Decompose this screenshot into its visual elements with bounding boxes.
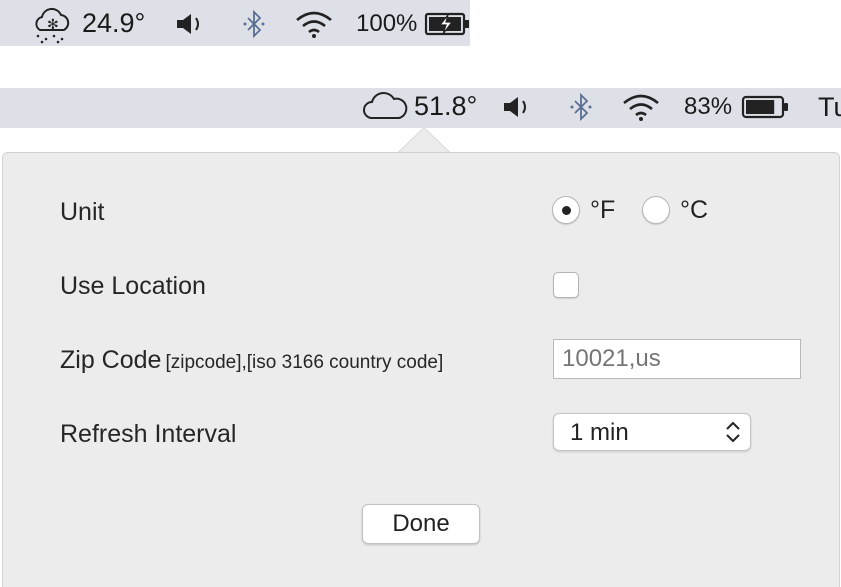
- battery-percent[interactable]: 83%: [684, 93, 732, 121]
- unit-radio-fahrenheit[interactable]: [552, 196, 580, 224]
- zip-code-hint: [zipcode],[iso 3166 country code]: [165, 352, 444, 373]
- wifi-icon[interactable]: [294, 9, 334, 39]
- cloud-snow-icon[interactable]: ✻: [30, 4, 74, 44]
- unit-label-celsius[interactable]: °C: [680, 196, 708, 225]
- zip-code-field[interactable]: [553, 339, 801, 379]
- menubar: 51.8° 83% Tu: [0, 88, 841, 128]
- refresh-interval-value: 1 min: [570, 419, 629, 446]
- unit-label: Unit: [60, 198, 105, 226]
- cloud-icon[interactable]: [362, 90, 410, 124]
- popover-arrow: [398, 128, 450, 153]
- chevron-updown-icon: [722, 419, 744, 452]
- use-location-checkbox[interactable]: [553, 272, 579, 298]
- bluetooth-icon[interactable]: [242, 9, 266, 39]
- bluetooth-icon[interactable]: [569, 92, 593, 122]
- unit-radio-celsius[interactable]: [642, 196, 670, 224]
- clock[interactable]: Tu: [818, 92, 841, 123]
- battery-percent[interactable]: 100%: [356, 10, 417, 38]
- refresh-interval-select[interactable]: 1 min: [553, 413, 751, 451]
- battery-fill: [746, 100, 775, 114]
- battery-icon[interactable]: [741, 94, 789, 120]
- radio-selected-dot: [562, 206, 571, 215]
- temperature-readout[interactable]: 24.9°: [82, 8, 145, 39]
- done-button[interactable]: Done: [362, 504, 480, 544]
- unit-label-fahrenheit[interactable]: °F: [590, 196, 615, 225]
- volume-icon[interactable]: [502, 95, 532, 119]
- battery-charging-icon[interactable]: [424, 11, 470, 37]
- zip-code-label: Zip Code [zipcode],[iso 3166 country code…: [60, 346, 443, 375]
- use-location-label: Use Location: [60, 272, 206, 300]
- svg-text:✻: ✻: [47, 17, 59, 33]
- zip-code-title: Zip Code: [60, 346, 162, 374]
- wifi-icon[interactable]: [621, 92, 661, 122]
- refresh-interval-label: Refresh Interval: [60, 420, 237, 448]
- temperature-readout[interactable]: 51.8°: [414, 91, 477, 122]
- menubar-top: ✻ 24.9° 100%: [0, 0, 470, 46]
- volume-icon[interactable]: [175, 12, 205, 36]
